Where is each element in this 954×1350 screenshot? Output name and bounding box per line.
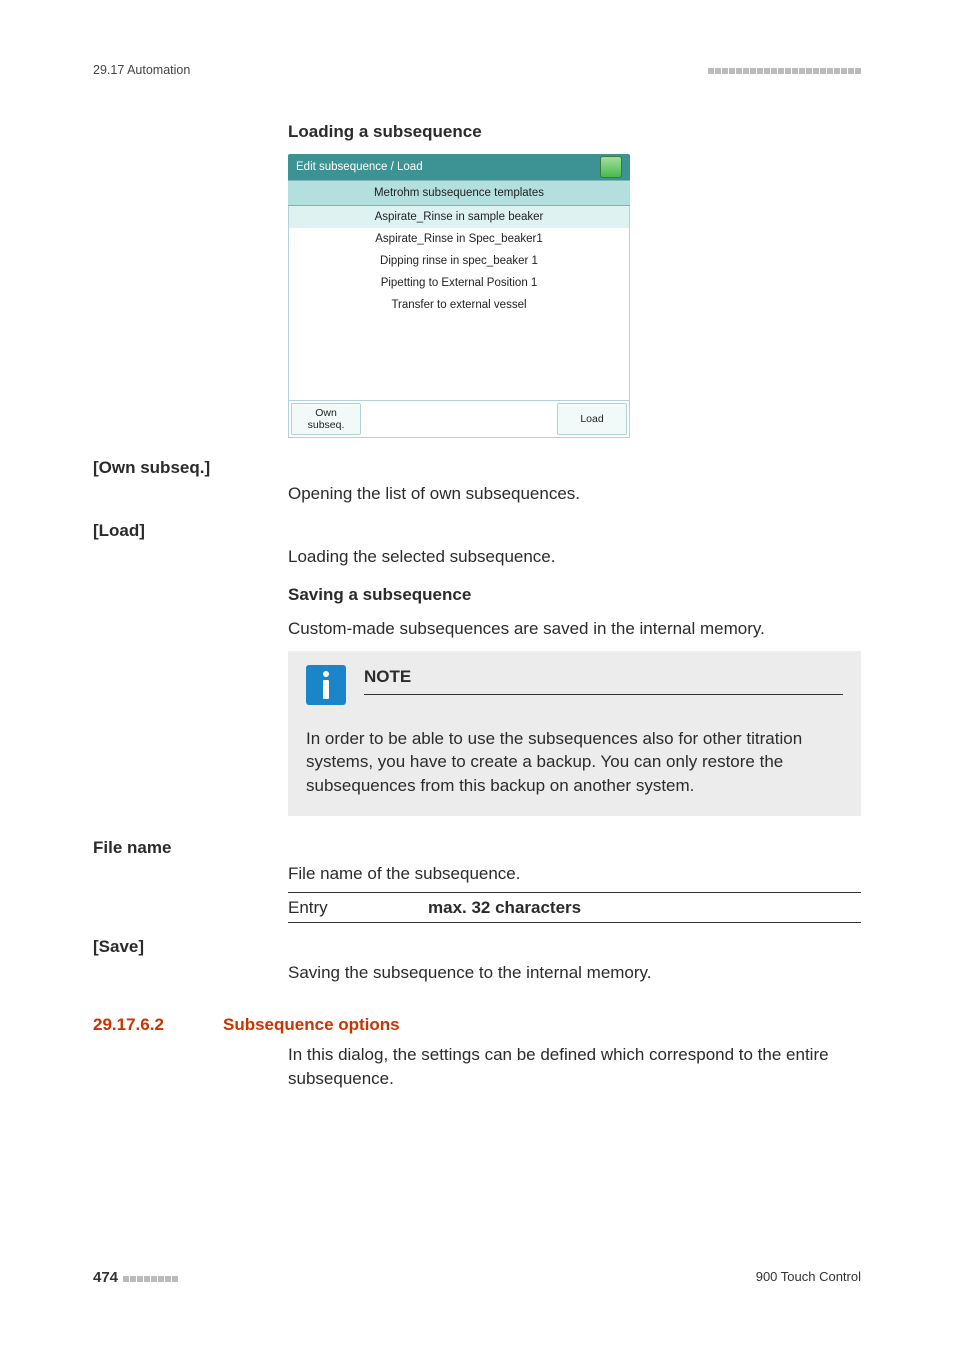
own-subseq-label-2: subseq. <box>292 419 360 431</box>
list-item[interactable]: Aspirate_Rinse in Spec_beaker1 <box>289 228 629 250</box>
load-label: Load <box>558 413 626 425</box>
info-icon <box>306 665 346 705</box>
entry-value: max. 32 characters <box>428 896 581 920</box>
footer-product: 900 Touch Control <box>756 1268 861 1286</box>
load-desc: Loading the selected subsequence. <box>288 545 861 569</box>
note-box: NOTE In order to be able to use the subs… <box>288 651 861 816</box>
own-subseq-desc: Opening the list of own subsequences. <box>288 482 861 506</box>
file-name-desc: File name of the subsequence. <box>288 862 861 886</box>
home-icon[interactable] <box>600 156 622 178</box>
section-number: 29.17.6.2 <box>93 1013 223 1037</box>
note-title: NOTE <box>364 665 843 693</box>
screenshot-load-subsequence: Edit subsequence / Load Metrohm subseque… <box>288 154 630 438</box>
entry-label: Entry <box>288 896 428 920</box>
page-number: 474 <box>93 1269 118 1286</box>
header-ornament <box>707 62 861 80</box>
note-divider <box>364 694 843 695</box>
own-subseq-button[interactable]: Own subseq. <box>291 403 361 435</box>
own-subseq-label-1: Own <box>292 407 360 419</box>
header-section: 29.17 Automation <box>93 62 190 80</box>
heading-saving-subsequence: Saving a subsequence <box>288 583 861 607</box>
section-para: In this dialog, the settings can be defi… <box>288 1043 861 1091</box>
entry-row: Entry max. 32 characters <box>288 892 861 924</box>
template-list: Aspirate_Rinse in sample beaker Aspirate… <box>288 206 630 401</box>
list-item[interactable]: Pipetting to External Position 1 <box>289 272 629 294</box>
own-subseq-term: [Own subseq.] <box>93 456 861 480</box>
list-item[interactable]: Transfer to external vessel <box>289 294 629 316</box>
load-button[interactable]: Load <box>557 403 627 435</box>
footer-ornament <box>122 1270 178 1285</box>
section-title: Subsequence options <box>223 1013 400 1037</box>
list-header: Metrohm subsequence templates <box>288 180 630 206</box>
dialog-title: Edit subsequence / Load <box>296 154 423 180</box>
load-term: [Load] <box>93 519 861 543</box>
list-item[interactable]: Aspirate_Rinse in sample beaker <box>289 206 629 228</box>
note-body: In order to be able to use the subsequen… <box>306 727 843 798</box>
list-item[interactable]: Dipping rinse in spec_beaker 1 <box>289 250 629 272</box>
save-term: [Save] <box>93 935 861 959</box>
heading-loading-subsequence: Loading a subsequence <box>288 120 861 144</box>
save-desc: Saving the subsequence to the internal m… <box>288 961 861 985</box>
saving-para: Custom-made subsequences are saved in th… <box>288 617 861 641</box>
file-name-term: File name <box>93 836 861 860</box>
